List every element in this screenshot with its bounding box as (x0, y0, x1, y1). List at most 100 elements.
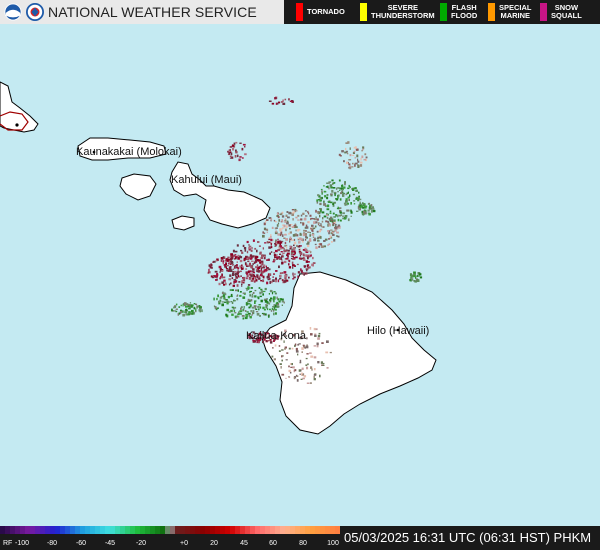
radar-echo-pixel (260, 257, 264, 260)
radar-echo-pixel (331, 241, 333, 243)
radar-echo-pixel (239, 270, 242, 273)
radar-echo-pixel (289, 363, 292, 365)
radar-echo-pixel (247, 260, 249, 262)
radar-echo-pixel (229, 157, 232, 159)
radar-echo-pixel (292, 211, 295, 214)
scale-color-cell (300, 526, 306, 534)
radar-echo-pixel (353, 150, 356, 153)
radar-echo-pixel (271, 102, 275, 105)
radar-echo-pixel (228, 283, 231, 286)
radar-echo-pixel (250, 249, 253, 252)
radar-echo-pixel (301, 257, 303, 260)
radar-echo-pixel (320, 223, 322, 225)
radar-echo-pixel (254, 247, 257, 250)
radar-echo-pixel (221, 275, 223, 279)
radar-echo-pixel (321, 211, 325, 214)
radar-echo-pixel (218, 282, 221, 286)
radar-echo-pixel (236, 295, 238, 297)
radar-echo-pixel (284, 221, 287, 223)
radar-echo-pixel (340, 192, 343, 195)
radar-echo-pixel (275, 243, 277, 246)
radar-echo-pixel (244, 249, 247, 252)
radar-echo-pixel (269, 308, 271, 311)
radar-echo-pixel (337, 190, 339, 193)
radar-echo-pixel (287, 259, 290, 262)
radar-echo-pixel (274, 292, 277, 295)
radar-echo-pixel (288, 263, 290, 266)
radar-echo-pixel (234, 256, 237, 260)
scale-color-cell (195, 526, 201, 534)
radar-echo-pixel (304, 233, 307, 236)
scale-tick-label: 100 (327, 540, 339, 547)
radar-echo-pixel (281, 298, 284, 301)
radar-echo-pixel (359, 208, 361, 211)
radar-echo-pixel (316, 201, 319, 204)
legend-label: FLASH FLOOD (451, 3, 478, 20)
radar-echo-pixel (250, 304, 252, 306)
radar-echo-pixel (347, 218, 350, 222)
scale-tick-label: -80 (47, 540, 57, 547)
radar-echo-pixel (228, 311, 231, 313)
radar-echo-pixel (247, 284, 251, 286)
radar-echo-pixel (250, 299, 253, 302)
radar-echo-pixel (296, 379, 299, 382)
radar-echo-pixel (274, 344, 277, 347)
radar-echo-pixel (347, 152, 349, 155)
radar-echo-pixel (255, 279, 258, 282)
radar-echo-pixel (278, 265, 280, 269)
radar-echo-pixel (211, 275, 214, 278)
radar-echo-pixel (228, 260, 231, 264)
radar-echo-pixel (346, 209, 349, 212)
radar-echo-pixel (257, 296, 259, 299)
radar-echo-pixel (218, 300, 221, 303)
radar-echo-pixel (352, 188, 355, 191)
radar-echo-pixel (275, 279, 278, 283)
radar-echo-pixel (272, 347, 274, 349)
radar-echo-pixel (183, 302, 187, 305)
radar-echo-pixel (310, 254, 312, 257)
radar-echo-pixel (266, 228, 269, 232)
radar-echo-pixel (264, 242, 267, 244)
radar-echo-pixel (279, 274, 282, 277)
radar-echo-pixel (334, 229, 337, 232)
radar-echo-pixel (312, 256, 314, 260)
radar-echo-pixel (317, 236, 320, 239)
radar-echo-pixel (289, 240, 291, 243)
legend-item-severe-thunderstorm: SEVERE THUNDERSTORM (360, 0, 440, 24)
radar-echo-pixel (178, 306, 181, 308)
radar-echo-pixel (285, 238, 288, 241)
radar-echo-pixel (245, 263, 247, 266)
radar-echo-pixel (280, 245, 282, 248)
radar-echo-pixel (235, 141, 238, 144)
radar-echo-pixel (288, 276, 290, 279)
radar-echo-pixel (239, 310, 243, 313)
radar-echo-pixel (337, 206, 339, 209)
radar-echo-pixel (174, 310, 176, 312)
radar-echo-pixel (212, 260, 216, 263)
radar-echo-pixel (362, 207, 365, 209)
radar-echo-pixel (337, 214, 339, 218)
radar-echo-pixel (288, 369, 291, 372)
radar-echo-pixel (227, 270, 230, 272)
radar-echo-pixel (268, 268, 271, 271)
radar-echo-pixel (241, 264, 243, 267)
radar-map[interactable]: Kaunakakai (Molokai) Kahului (Maui) Kail… (0, 24, 600, 526)
radar-echo-pixel (323, 203, 326, 206)
radar-echo-pixel (327, 230, 330, 233)
radar-echo-pixel (275, 221, 277, 223)
radar-echo-pixel (362, 146, 365, 149)
radar-echo-pixel (309, 327, 312, 330)
radar-echo-pixel (326, 204, 330, 208)
scale-color-cell (105, 526, 111, 534)
scale-color-cell (35, 526, 41, 534)
scale-color-cell (200, 526, 206, 534)
radar-echo-pixel (349, 147, 351, 150)
radar-echo-pixel (413, 271, 416, 274)
radar-echo-pixel (283, 260, 287, 264)
radar-echo-pixel (336, 231, 339, 234)
radar-echo-pixel (340, 214, 342, 216)
radar-echo-pixel (272, 260, 275, 263)
radar-echo-pixel (333, 239, 336, 242)
radar-echo-pixel (275, 270, 278, 272)
scale-unit-label: RF (3, 540, 12, 547)
